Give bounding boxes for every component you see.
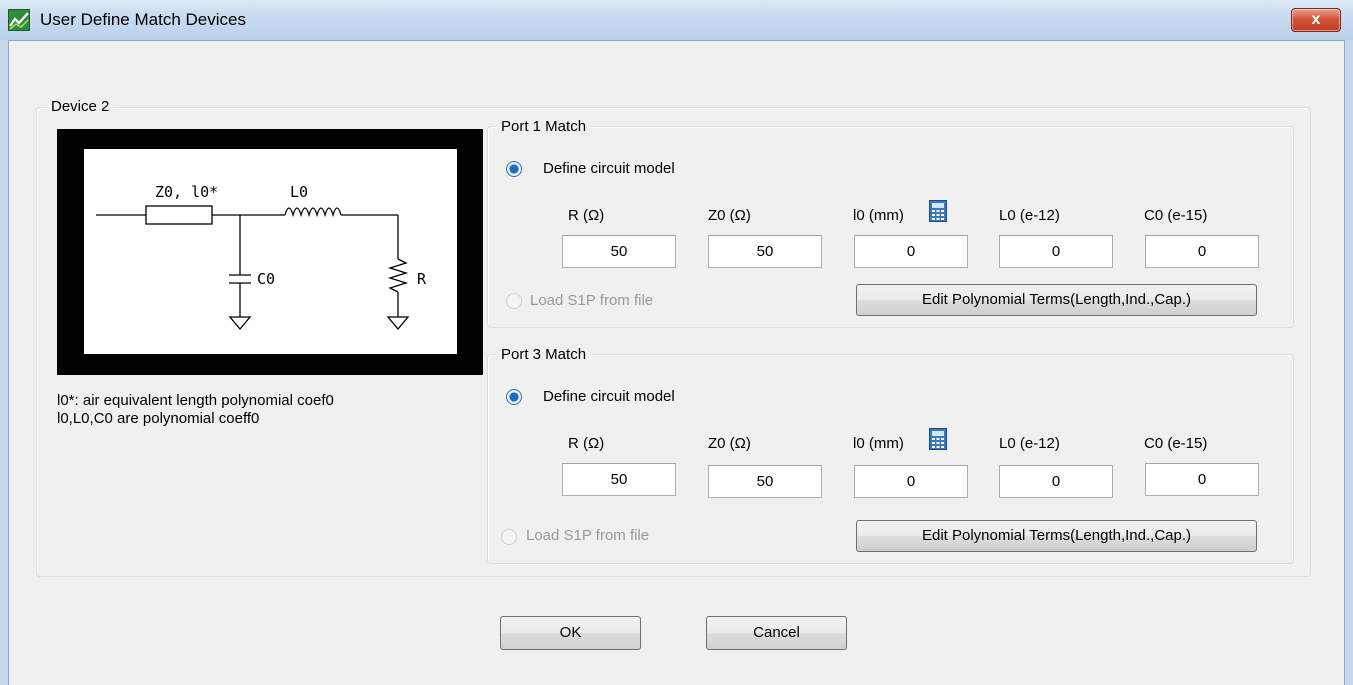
port1-l0mm-input[interactable]: [854, 235, 968, 268]
port3-capacitance-input[interactable]: [1145, 463, 1259, 496]
port3-define-radio[interactable]: [506, 389, 522, 405]
port1-capacitance-label: C0 (e-15): [1144, 207, 1208, 224]
circuit-schematic: Z0, l0* L0 C0 R: [84, 149, 457, 354]
port3-l0mm-input[interactable]: [854, 465, 968, 498]
window-frame-left: [0, 40, 9, 685]
port3-load-label: Load S1P from file: [526, 527, 650, 544]
port1-define-radio[interactable]: [506, 161, 522, 177]
port3-r-label: R (Ω): [568, 435, 605, 452]
label-l0: L0: [290, 183, 308, 201]
app-icon: [8, 9, 30, 31]
label-z0: Z0, l0*: [155, 183, 218, 201]
port3-edit-polynomial-button[interactable]: Edit Polynomial Terms(Length,Ind.,Cap.): [856, 520, 1257, 552]
port3-r-input[interactable]: [562, 463, 676, 496]
close-button[interactable]: x: [1291, 8, 1341, 32]
label-r: R: [417, 270, 427, 288]
port3-z0-label: Z0 (Ω): [708, 435, 751, 452]
port1-z0-label: Z0 (Ω): [708, 207, 751, 224]
window-frame-right: [1344, 40, 1353, 685]
port3-l0mm-label: l0 (mm): [853, 435, 904, 452]
port1-edit-polynomial-button[interactable]: Edit Polynomial Terms(Length,Ind.,Cap.): [856, 284, 1257, 316]
circuit-diagram: Z0, l0* L0 C0 R: [57, 129, 483, 375]
port1-load-radio[interactable]: [506, 293, 522, 309]
window-title: User Define Match Devices: [40, 10, 246, 29]
close-icon: x: [1311, 11, 1321, 28]
calculator-icon[interactable]: [929, 200, 947, 222]
port3-inductance-label: L0 (e-12): [999, 435, 1060, 452]
label-c0: C0: [257, 270, 275, 288]
port1-define-label: Define circuit model: [543, 160, 675, 177]
port1-capacitance-input[interactable]: [1145, 235, 1259, 268]
port3-load-radio[interactable]: [501, 529, 517, 545]
port1-title: Port 1 Match: [497, 118, 591, 136]
port1-r-input[interactable]: [562, 235, 676, 268]
ok-button[interactable]: OK: [500, 616, 641, 650]
port1-r-label: R (Ω): [568, 207, 605, 224]
port1-load-label: Load S1P from file: [530, 292, 654, 309]
note-polynomial: l0,L0,C0 are polynomial coeff0: [57, 410, 260, 427]
port1-inductance-input[interactable]: [999, 235, 1113, 268]
port1-z0-input[interactable]: [708, 235, 822, 268]
port3-capacitance-label: C0 (e-15): [1144, 435, 1208, 452]
port1-l0mm-label: l0 (mm): [853, 207, 904, 224]
port3-define-label: Define circuit model: [543, 388, 675, 405]
port3-inductance-input[interactable]: [999, 465, 1113, 498]
port3-z0-input[interactable]: [708, 465, 822, 498]
cancel-button[interactable]: Cancel: [706, 616, 847, 650]
title-bar: User Define Match Devices x: [0, 0, 1353, 41]
port1-inductance-label: L0 (e-12): [999, 207, 1060, 224]
calculator-icon[interactable]: [929, 428, 947, 450]
note-air-length: l0*: air equivalent length polynomial co…: [57, 392, 334, 409]
port3-title: Port 3 Match: [497, 346, 591, 364]
device-group-label: Device 2: [47, 98, 114, 116]
